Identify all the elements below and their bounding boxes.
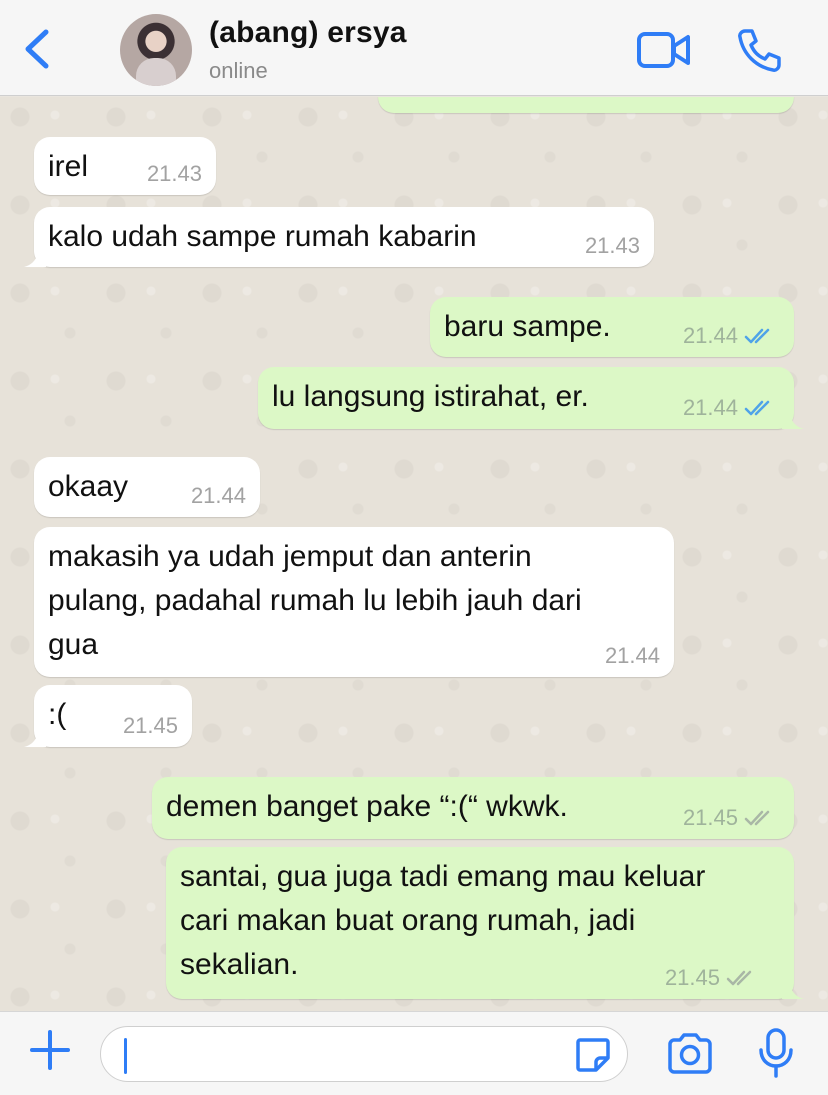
camera-button[interactable] bbox=[666, 1032, 714, 1076]
message-time: 21.43 bbox=[146, 161, 202, 186]
chat-screen: (abang) ersya online irel 21.43 kalo uda… bbox=[0, 0, 828, 1095]
message-text: santai, gua juga tadi emang mau keluar c… bbox=[180, 860, 706, 981]
message-text: :( bbox=[48, 698, 67, 731]
camera-icon bbox=[668, 1033, 712, 1074]
phone-icon bbox=[738, 29, 781, 72]
bubble-tail bbox=[782, 411, 804, 429]
message-bubble-incoming[interactable]: makasih ya udah jemput dan anterin pulan… bbox=[34, 527, 674, 677]
message-bubble-incoming[interactable]: :( 21.45 bbox=[24, 685, 192, 747]
message-input[interactable] bbox=[100, 1026, 628, 1082]
message-list[interactable]: irel 21.43 kalo udah sampe rumah kabarin… bbox=[0, 97, 828, 1011]
message-time: 21.45 bbox=[664, 965, 720, 990]
message-time: 21.44 bbox=[682, 323, 738, 348]
bubble-tail bbox=[24, 249, 46, 267]
message-text: demen banget pake “:(“ wkwk. bbox=[166, 790, 568, 823]
delivered-ticks-icon bbox=[726, 970, 752, 986]
voice-note-button[interactable] bbox=[756, 1026, 796, 1082]
text-cursor bbox=[124, 1038, 127, 1074]
message-text: okaay bbox=[48, 470, 129, 503]
message-time: 21.43 bbox=[584, 233, 640, 258]
message-time: 21.45 bbox=[682, 805, 738, 830]
message-bubble-outgoing[interactable]: baru sampe. 21.44 bbox=[430, 297, 794, 357]
message-time: 21.44 bbox=[682, 395, 738, 420]
message-bubble-partial bbox=[378, 97, 794, 113]
contact-avatar[interactable] bbox=[120, 14, 192, 86]
message-time: 21.44 bbox=[604, 643, 660, 668]
attach-button[interactable] bbox=[28, 1028, 72, 1072]
sticker-button[interactable] bbox=[574, 1036, 612, 1074]
message-bubble-outgoing[interactable]: lu langsung istirahat, er. 21.44 bbox=[258, 367, 804, 429]
sticker-icon bbox=[576, 1038, 610, 1072]
read-ticks-icon bbox=[744, 328, 770, 344]
message-text: lu langsung istirahat, er. bbox=[272, 380, 589, 413]
microphone-icon bbox=[759, 1028, 793, 1078]
delivered-ticks-icon bbox=[744, 810, 770, 826]
message-text: makasih ya udah jemput dan anterin pulan… bbox=[48, 540, 582, 661]
video-camera-icon bbox=[637, 32, 690, 68]
video-call-button[interactable] bbox=[636, 30, 692, 70]
message-text: baru sampe. bbox=[444, 310, 611, 343]
message-bubble-outgoing[interactable]: santai, gua juga tadi emang mau keluar c… bbox=[166, 847, 804, 999]
plus-icon bbox=[30, 1030, 70, 1070]
message-bubble-incoming[interactable]: okaay 21.44 bbox=[34, 457, 260, 517]
message-bubble-outgoing[interactable]: demen banget pake “:(“ wkwk. 21.45 bbox=[152, 777, 794, 839]
chevron-left-icon bbox=[25, 29, 49, 69]
voice-call-button[interactable] bbox=[734, 26, 782, 74]
read-ticks-icon bbox=[744, 400, 770, 416]
message-input-bar bbox=[0, 1011, 828, 1095]
bubble-tail bbox=[782, 981, 804, 999]
contact-status: online bbox=[209, 58, 268, 83]
bubble-tail bbox=[24, 729, 46, 747]
contact-name[interactable]: (abang) ersya bbox=[209, 16, 407, 50]
message-bubble-incoming[interactable]: irel 21.43 bbox=[34, 137, 216, 195]
message-bubble-incoming[interactable]: kalo udah sampe rumah kabarin 21.43 bbox=[24, 207, 654, 267]
message-time: 21.45 bbox=[122, 713, 178, 738]
message-text: kalo udah sampe rumah kabarin bbox=[48, 220, 477, 253]
chat-header: (abang) ersya online bbox=[0, 0, 828, 96]
back-button[interactable] bbox=[18, 26, 58, 72]
message-time: 21.44 bbox=[190, 483, 246, 508]
message-text: irel bbox=[48, 150, 89, 183]
